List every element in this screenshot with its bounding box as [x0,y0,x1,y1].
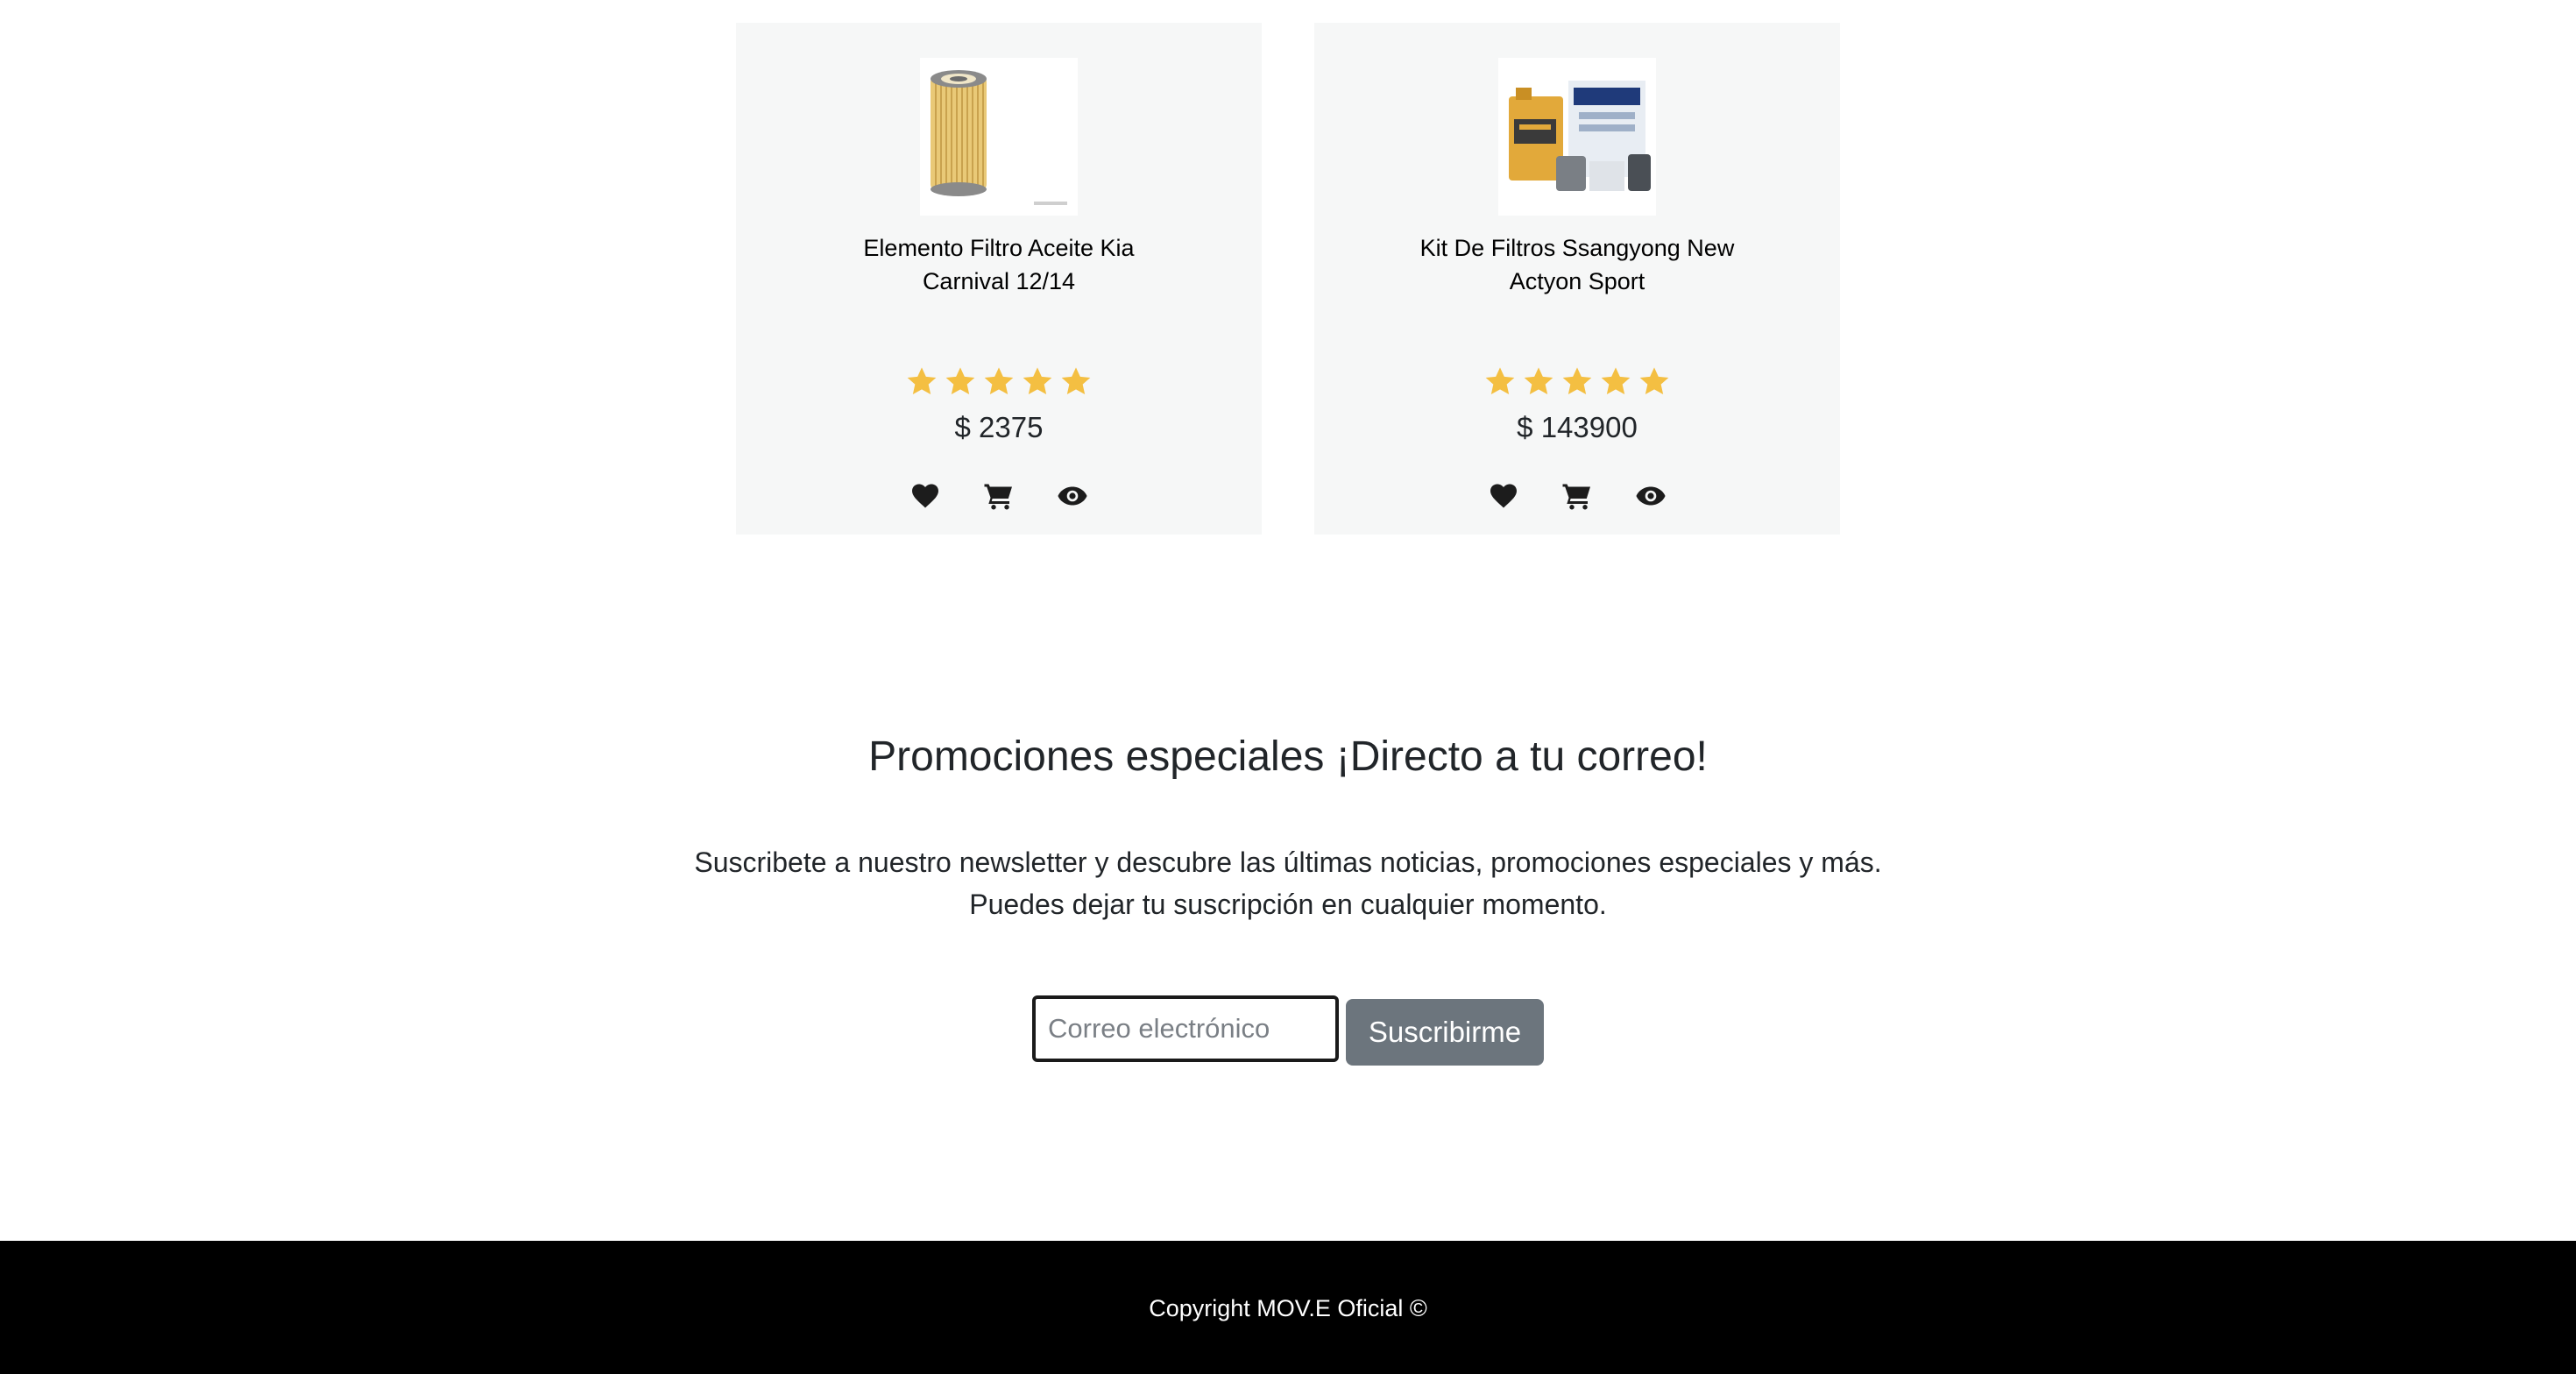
product-name-line: Kit De Filtros Ssangyong New [1419,235,1735,261]
star-icon [1058,365,1093,400]
product-price: $ 143900 [1517,411,1638,443]
star-icon [1560,365,1595,400]
newsletter-text-line: Puedes dejar tu suscripción en cualquier… [969,889,1607,920]
product-image-oil-filter[interactable] [920,58,1078,216]
rating-stars [736,365,1262,400]
product-name-line: Elemento Filtro Aceite Kia [863,235,1135,261]
page: Elemento Filtro Aceite Kia Carnival 12/1… [0,0,2576,1374]
eye-icon[interactable] [1635,480,1667,512]
product-price: $ 2375 [954,411,1044,443]
star-icon [904,365,939,400]
star-icon [1521,365,1556,400]
copyright-text: Copyright MOV.E Oficial © [1149,1295,1427,1321]
product-actions [1314,480,1840,512]
eye-icon[interactable] [1057,480,1088,512]
star-icon [1598,365,1633,400]
product-name[interactable]: Elemento Filtro Aceite Kia Carnival 12/1… [789,231,1209,298]
star-icon [1637,365,1672,400]
product-name-line: Carnival 12/14 [922,268,1076,294]
cart-icon[interactable] [983,480,1015,512]
newsletter-title: Promociones especiales ¡Directo a tu cor… [868,733,1708,780]
product-name-line: Actyon Sport [1509,268,1645,294]
heart-icon[interactable] [1488,480,1519,512]
product-image-filter-kit[interactable] [1498,58,1656,216]
subscribe-button[interactable]: Suscribirme [1346,999,1544,1066]
product-actions [736,480,1262,512]
email-input[interactable] [1032,995,1339,1062]
star-icon [981,365,1016,400]
star-icon [1020,365,1055,400]
oil-filter-image [920,58,1078,216]
newsletter-text-line: Suscribete a nuestro newsletter y descub… [694,846,1882,878]
product-card[interactable]: Kit De Filtros Ssangyong New Actyon Spor… [1314,23,1840,535]
heart-icon[interactable] [909,480,941,512]
newsletter-description: Suscribete a nuestro newsletter y descub… [0,841,2576,925]
cart-icon[interactable] [1561,480,1593,512]
filter-kit-image [1498,58,1656,216]
rating-stars [1314,365,1840,400]
star-icon [943,365,978,400]
star-icon [1483,365,1518,400]
product-card[interactable]: Elemento Filtro Aceite Kia Carnival 12/1… [736,23,1262,535]
product-name[interactable]: Kit De Filtros Ssangyong New Actyon Spor… [1367,231,1787,298]
